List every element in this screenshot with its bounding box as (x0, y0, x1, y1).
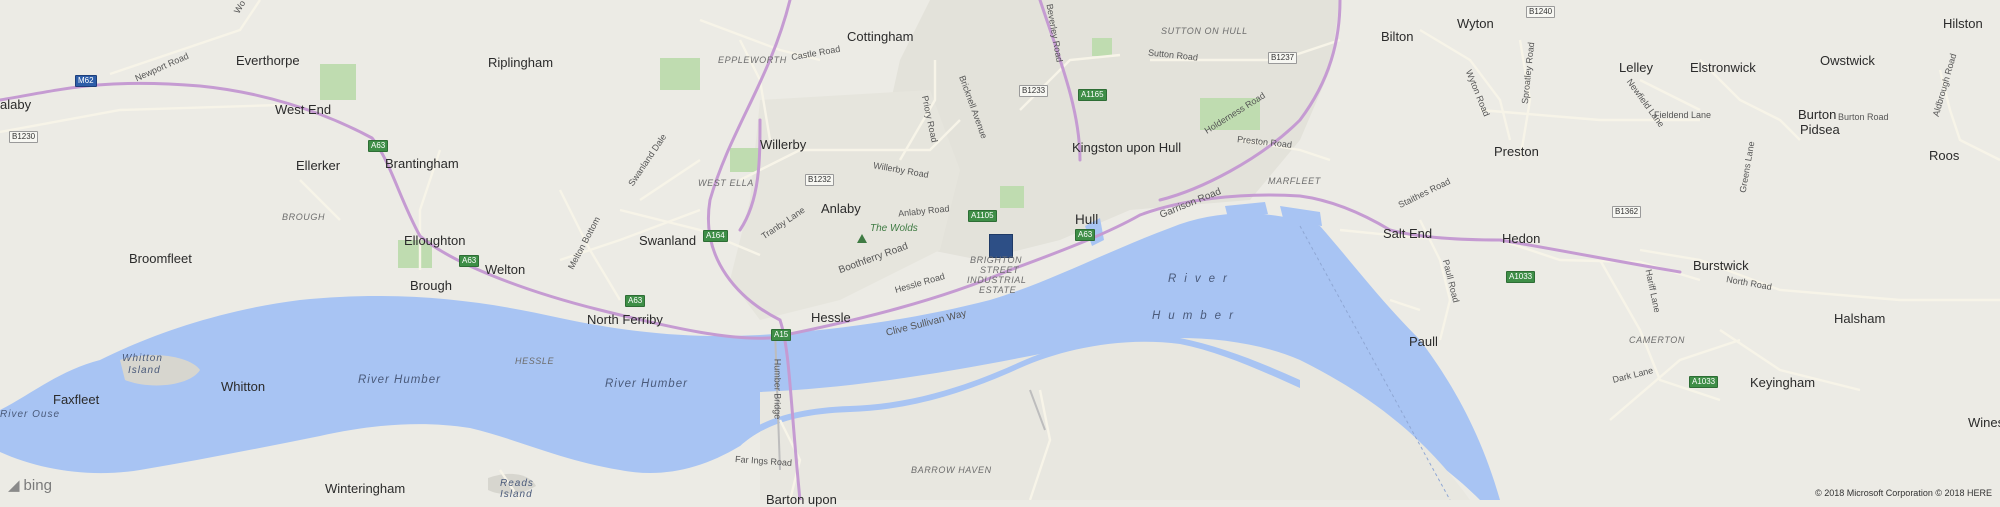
district-brighton-2: STREET (980, 265, 1020, 275)
label-wines: Wines (1968, 415, 2000, 430)
label-elstronwick: Elstronwick (1690, 60, 1756, 75)
label-elloughton: Elloughton (404, 233, 466, 248)
shield-a63-hull: A63 (1075, 229, 1096, 241)
district-west-ella: WEST ELLA (698, 178, 754, 188)
shield-a63-ferriby: A63 (625, 295, 646, 307)
shield-b1230: B1230 (9, 131, 39, 143)
copyright-notice: © 2018 Microsoft Corporation © 2018 HERE (1815, 488, 1992, 498)
road-fieldend: Fieldend Lane (1654, 110, 1712, 120)
label-west-end: West End (275, 102, 332, 117)
district-eppleworth: EPPLEWORTH (718, 55, 787, 65)
shield-a1033-keyingham: A1033 (1689, 376, 1719, 388)
water-river-east: River (1168, 273, 1235, 285)
water-river-humber-west: River Humber (358, 374, 441, 386)
district-brighton-1: BRIGHTON (970, 255, 1023, 265)
label-winteringham: Winteringham (325, 481, 406, 496)
district-brighton-4: ESTATE (979, 285, 1017, 295)
label-everthorpe: Everthorpe (236, 53, 300, 68)
landmark-the-wolds: The Wolds (870, 223, 918, 234)
label-welton: Welton (485, 262, 526, 277)
shield-a63-welton: A63 (459, 255, 480, 267)
label-cottingham: Cottingham (847, 29, 914, 44)
label-brough: Brough (410, 278, 452, 293)
label-anlaby: Anlaby (821, 201, 861, 216)
label-burstwick: Burstwick (1693, 258, 1749, 273)
shield-b1362: B1362 (1612, 206, 1642, 218)
district-brighton-3: INDUSTRIAL (967, 275, 1027, 285)
label-hessle: Hessle (811, 310, 851, 325)
label-salt-end: Salt End (1383, 226, 1433, 241)
label-north-ferriby: North Ferriby (587, 312, 663, 327)
label-swanland: Swanland (639, 233, 697, 248)
district-barrow-haven: BARROW HAVEN (911, 465, 992, 475)
shield-b1232: B1232 (805, 174, 835, 186)
shield-a164: A164 (703, 230, 728, 242)
label-keyingham: Keyingham (1750, 375, 1816, 390)
shield-a1105: A1105 (968, 210, 997, 222)
water-river-humber-mid: River Humber (605, 378, 688, 390)
label-whitton: Whitton (221, 379, 266, 394)
label-roos: Roos (1929, 148, 1960, 163)
water-reads-2: Island (500, 489, 533, 500)
label-pidsea: Pidsea (1800, 122, 1840, 137)
label-bilton: Bilton (1381, 29, 1414, 44)
shield-a1033-hedon: A1033 (1506, 271, 1536, 283)
label-hilston: Hilston (1943, 16, 1983, 31)
water-humber-east: Humber (1152, 310, 1241, 322)
label-burton: Burton (1798, 107, 1837, 122)
district-brough: BROUGH (282, 212, 326, 222)
shield-a15: A15 (771, 329, 792, 341)
shield-m62: M62 (75, 75, 97, 87)
label-owstwick: Owstwick (1820, 53, 1875, 68)
road-burton: Burton Road (1838, 112, 1889, 122)
road-humber-bridge: Humber Bridge (772, 358, 783, 420)
water-reads-1: Reads (500, 478, 534, 489)
district-camerton: CAMERTON (1629, 335, 1685, 345)
district-hessle: HESSLE (515, 356, 555, 366)
label-willerby: Willerby (760, 137, 807, 152)
label-wyton: Wyton (1457, 16, 1494, 31)
label-halsham: Halsham (1834, 311, 1886, 326)
bing-logo-icon: ◢ (8, 477, 20, 494)
water-whitton-island-2: Island (128, 365, 161, 376)
shield-a63-west: A63 (368, 140, 389, 152)
label-hull: Hull (1075, 212, 1099, 227)
shield-a1165: A1165 (1078, 89, 1107, 101)
label-hedon: Hedon (1502, 231, 1541, 246)
shield-b1233: B1233 (1019, 85, 1049, 97)
label-preston: Preston (1494, 144, 1539, 159)
label-alaby: alaby (0, 97, 32, 112)
water-whitton-island-1: Whitton (122, 353, 163, 364)
label-kingston-upon-hull: Kingston upon Hull (1072, 140, 1182, 155)
shield-b1240: B1240 (1526, 6, 1556, 18)
bing-logo-text: bing (23, 477, 52, 494)
label-brantingham: Brantingham (385, 156, 459, 171)
district-marfleet: MARFLEET (1268, 176, 1321, 186)
label-faxfleet: Faxfleet (53, 392, 100, 407)
label-paull: Paull (1409, 334, 1438, 349)
bing-logo: ◢ bing (8, 476, 52, 494)
label-lelley: Lelley (1619, 60, 1653, 75)
label-riplingham: Riplingham (488, 55, 554, 70)
label-broomfleet: Broomfleet (129, 251, 192, 266)
water-river-ouse: River Ouse (0, 409, 61, 420)
label-ellerker: Ellerker (296, 158, 341, 173)
shield-b1237: B1237 (1268, 52, 1298, 64)
district-sutton-on-hull: SUTTON ON HULL (1161, 26, 1248, 36)
